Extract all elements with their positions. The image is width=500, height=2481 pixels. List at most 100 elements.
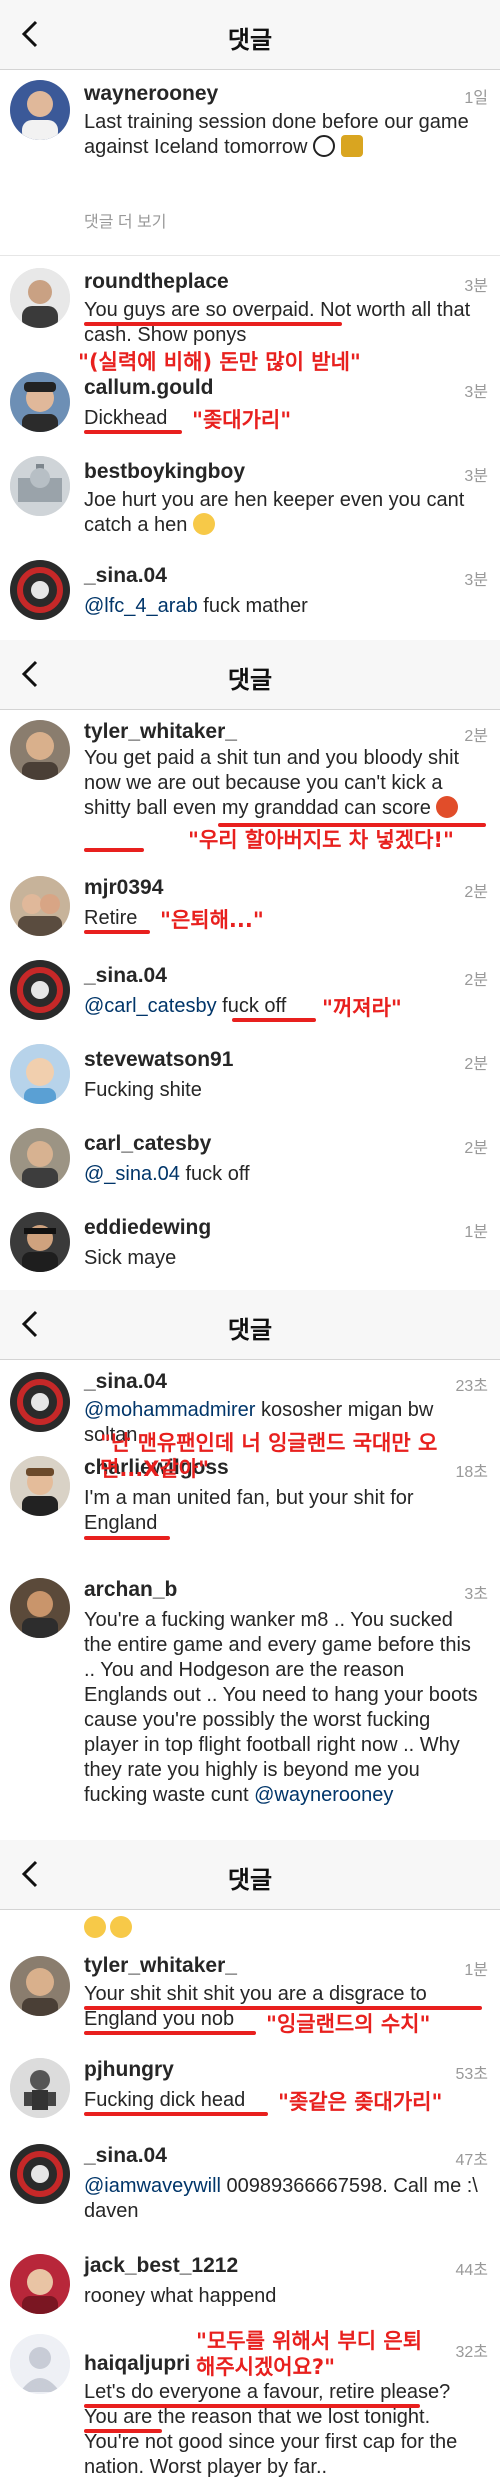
emoji-row-partial bbox=[84, 1916, 133, 1939]
page-title: 댓글 bbox=[227, 27, 273, 54]
mention-link[interactable]: @mohammadmirer bbox=[84, 1399, 255, 1421]
comment-text: rooney what happend bbox=[84, 2285, 277, 2307]
header-bar: 댓글 bbox=[0, 640, 500, 710]
page-title: 댓글 bbox=[227, 1867, 273, 1894]
angry-face-emoji-icon bbox=[436, 796, 459, 818]
mention-link[interactable]: @lfc_4_arab bbox=[84, 595, 198, 617]
avatar[interactable] bbox=[10, 1456, 70, 1516]
comments-screen-4: 댓글 tyler_whitaker_ 1분 Your shit shit shi… bbox=[0, 1840, 500, 2481]
highlight-underline bbox=[84, 2031, 256, 2035]
timestamp: 53초 bbox=[455, 2066, 488, 2083]
translation-annotation: "꺼져라" bbox=[322, 996, 402, 1020]
timestamp: 3분 bbox=[464, 278, 488, 295]
comment-text: @carl_catesby fuck off bbox=[84, 994, 474, 1019]
comment-text: Sick maye bbox=[84, 1247, 177, 1269]
username[interactable]: eddiedewing bbox=[84, 1216, 211, 1240]
username[interactable]: callum.gould bbox=[84, 376, 214, 400]
avatar[interactable] bbox=[10, 372, 70, 432]
avatar[interactable] bbox=[10, 1128, 70, 1188]
highlight-underline bbox=[84, 848, 144, 852]
username[interactable]: _sina.04 bbox=[84, 2144, 167, 2168]
translation-annotation: "잉글랜드의 수치" bbox=[266, 2012, 431, 2036]
comment-text-body: fuck mather bbox=[197, 595, 308, 617]
username[interactable]: mjr0394 bbox=[84, 876, 163, 900]
avatar[interactable] bbox=[10, 2058, 70, 2118]
view-more-comments-link[interactable]: 댓글 더 보기 bbox=[84, 208, 167, 232]
username[interactable]: tyler_whitaker_ bbox=[84, 1954, 237, 1978]
translation-annotation: "은퇴해..." bbox=[160, 908, 264, 932]
translation-annotation: "(실력에 비해) 돈만 많이 받네" bbox=[78, 350, 361, 374]
timestamp: 2분 bbox=[464, 884, 488, 901]
username[interactable]: bestboykingboy bbox=[84, 460, 245, 484]
crying-face-emoji-icon bbox=[84, 1916, 106, 1938]
timestamp: 1분 bbox=[464, 1962, 488, 1979]
comment-text-body: You're a fucking wanker m8 .. You sucked… bbox=[84, 1609, 478, 1806]
avatar[interactable] bbox=[10, 456, 70, 516]
username[interactable]: stevewatson91 bbox=[84, 1048, 233, 1072]
username[interactable]: _sina.04 bbox=[84, 1370, 167, 1394]
avatar[interactable] bbox=[10, 876, 70, 936]
crying-face-emoji-icon bbox=[192, 513, 215, 535]
timestamp: 44초 bbox=[455, 2262, 488, 2279]
avatar[interactable] bbox=[10, 1956, 70, 2016]
mention-link[interactable]: @_sina.04 bbox=[84, 1163, 180, 1185]
comment-text: @iamwaveywill 00989366667598. Call me :\… bbox=[84, 2174, 484, 2224]
comment-text: Joe hurt you are hen keeper even you can… bbox=[84, 488, 474, 538]
comment-text: You're a fucking wanker m8 .. You sucked… bbox=[84, 1608, 484, 1808]
highlight-underline bbox=[232, 1018, 316, 1022]
username[interactable]: carl_catesby bbox=[84, 1132, 211, 1156]
timestamp: 2분 bbox=[464, 972, 488, 989]
username[interactable]: roundtheplace bbox=[84, 270, 229, 294]
avatar[interactable] bbox=[10, 1044, 70, 1104]
timestamp: 47초 bbox=[455, 2152, 488, 2169]
avatar[interactable] bbox=[10, 268, 70, 328]
mention-link[interactable]: @waynerooney bbox=[254, 1784, 393, 1806]
avatar[interactable] bbox=[10, 2254, 70, 2314]
translation-annotation: "모두를 위해서 부디 은퇴해주시겠어요?" bbox=[196, 2329, 423, 2379]
timestamp: 2분 bbox=[464, 728, 488, 745]
avatar[interactable] bbox=[10, 560, 70, 620]
soccer-ball-emoji-icon bbox=[313, 135, 336, 157]
page-title: 댓글 bbox=[227, 1317, 273, 1344]
comment-text-body: Joe hurt you are hen keeper even you can… bbox=[84, 489, 465, 536]
timestamp: 18초 bbox=[455, 1464, 488, 1481]
mention-link[interactable]: @iamwaveywill bbox=[84, 2175, 221, 2197]
username[interactable]: _sina.04 bbox=[84, 564, 167, 588]
highlight-underline bbox=[84, 2429, 162, 2433]
highlight-underline bbox=[84, 1536, 170, 1540]
avatar[interactable] bbox=[10, 2334, 70, 2394]
avatar[interactable] bbox=[10, 1372, 70, 1432]
header-bar: 댓글 bbox=[0, 1290, 500, 1360]
avatar[interactable] bbox=[10, 1212, 70, 1272]
username[interactable]: archan_b bbox=[84, 1578, 177, 1602]
comment-text-part: You guys are so overpaid. bbox=[84, 299, 315, 321]
username[interactable]: _sina.04 bbox=[84, 964, 167, 988]
avatar[interactable] bbox=[10, 720, 70, 780]
username[interactable]: haiqaljupri bbox=[84, 2352, 190, 2376]
avatar[interactable] bbox=[10, 2144, 70, 2204]
username[interactable]: waynerooney bbox=[84, 82, 218, 106]
comment-text: You get paid a shit tun and you bloody s… bbox=[84, 746, 484, 821]
highlight-underline bbox=[84, 430, 182, 434]
avatar[interactable] bbox=[10, 960, 70, 1020]
comments-screen-3: 댓글 _sina.04 23초 @mohammadmirer kososher … bbox=[0, 1290, 500, 1840]
trophy-emoji-icon bbox=[340, 135, 363, 157]
comment-text: @lfc_4_arab fuck mather bbox=[84, 594, 474, 619]
comments-screen-1: 댓글 waynerooney 1일 Last training session … bbox=[0, 0, 500, 640]
timestamp: 23초 bbox=[455, 1378, 488, 1395]
header-bar: 댓글 bbox=[0, 0, 500, 70]
username[interactable]: tyler_whitaker_ bbox=[84, 720, 237, 744]
caption-text-body: Last training session done before our ga… bbox=[84, 111, 469, 158]
timestamp: 1일 bbox=[464, 90, 488, 107]
timestamp: 2분 bbox=[464, 1056, 488, 1073]
divider bbox=[0, 255, 500, 256]
highlight-underline bbox=[84, 930, 150, 934]
comments-screen-2: 댓글 tyler_whitaker_ 2분 You get paid a shi… bbox=[0, 640, 500, 1290]
username[interactable]: pjhungry bbox=[84, 2058, 174, 2082]
avatar[interactable] bbox=[10, 80, 70, 140]
mention-link[interactable]: @carl_catesby bbox=[84, 995, 217, 1017]
username[interactable]: jack_best_1212 bbox=[84, 2254, 238, 2278]
highlight-underline bbox=[84, 2404, 420, 2408]
comment-text: I'm a man united fan, but your shit for … bbox=[84, 1487, 414, 1534]
avatar[interactable] bbox=[10, 1578, 70, 1638]
